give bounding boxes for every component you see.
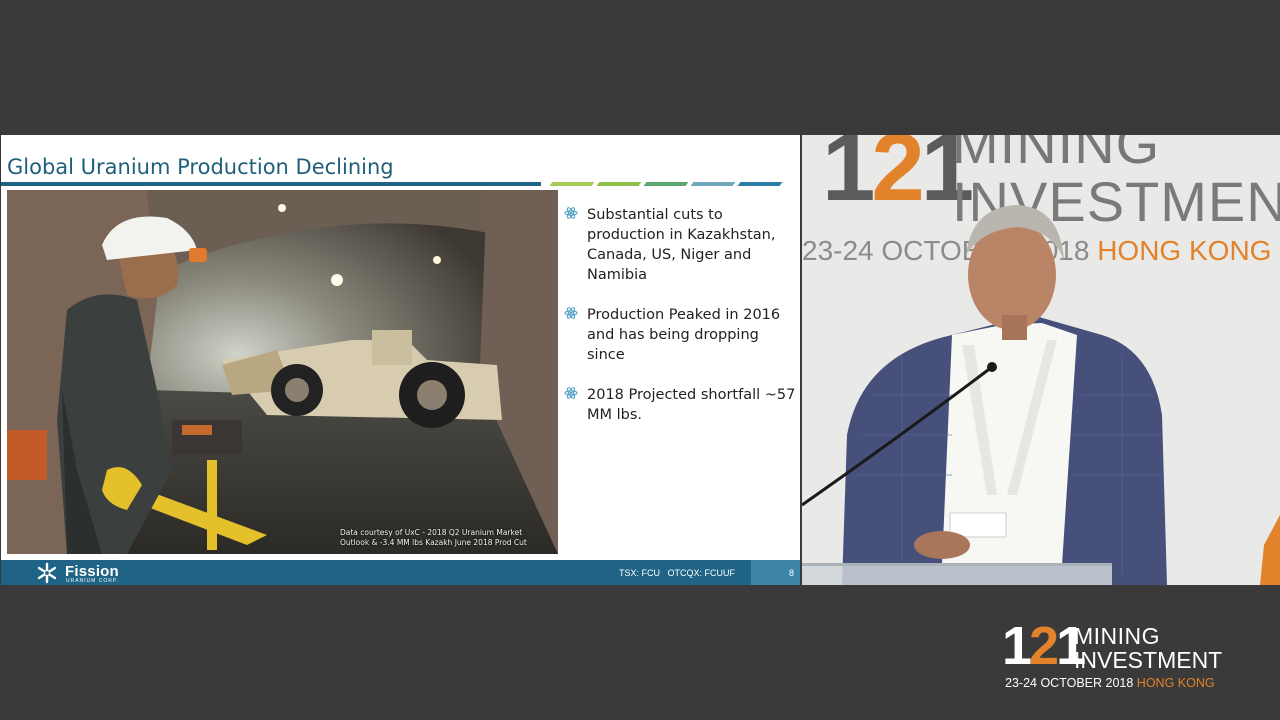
slide-footer: Fission URANIUM CORP. TSX: FCU OTCQX: FC… [1,560,800,585]
atom-bullet-icon [564,387,578,399]
bullet-item: 2018 Projected shortfall ~57 MM lbs. [564,385,796,425]
fission-logo: Fission URANIUM CORP. [35,562,155,584]
ticker-symbols: TSX: FCU OTCQX: FCUUF [619,568,735,578]
logo-subtitle: URANIUM CORP. [66,578,119,584]
atom-bullet-icon [564,207,578,219]
bullet-list: Substantial cuts to production in Kazakh… [564,205,796,445]
bullet-text: 2018 Projected shortfall ~57 MM lbs. [587,387,796,423]
photo-caption: Data courtesy of UxC - 2018 Q2 Uranium M… [340,528,527,547]
bullet-item: Production Peaked in 2016 and has being … [564,305,796,365]
brand-date: 23-24 OCTOBER 2018 HONG KONG [1005,676,1215,690]
slide-title: Global Uranium Production Declining [7,155,394,179]
fission-atom-icon [37,562,57,584]
event-brand-logo: 121 MINING INVESTMENT 23-24 OCTOBER 2018… [1002,616,1232,692]
atom-bullet-icon [564,307,578,319]
speaker-figure [802,205,1280,585]
bullet-item: Substantial cuts to production in Kazakh… [564,205,796,285]
bullet-text: Substantial cuts to production in Kazakh… [587,207,776,283]
presentation-frame: Global Uranium Production Declining Data… [0,0,1280,720]
presentation-slide: Global Uranium Production Declining Data… [1,135,800,585]
bullet-text: Production Peaked in 2016 and has being … [587,307,781,363]
brand-121: 121 [1002,616,1086,676]
brand-mining-text: MINING [1074,623,1161,649]
speaker-video: 121 MINING INVESTMENT 23-24 OCTOBER 2018… [802,135,1280,585]
page-number: 8 [789,568,795,578]
brand-investment-text: INVESTMENT [1074,647,1223,673]
mine-photo: Data courtesy of UxC - 2018 Q2 Uranium M… [7,190,558,554]
title-underline [1,182,783,187]
